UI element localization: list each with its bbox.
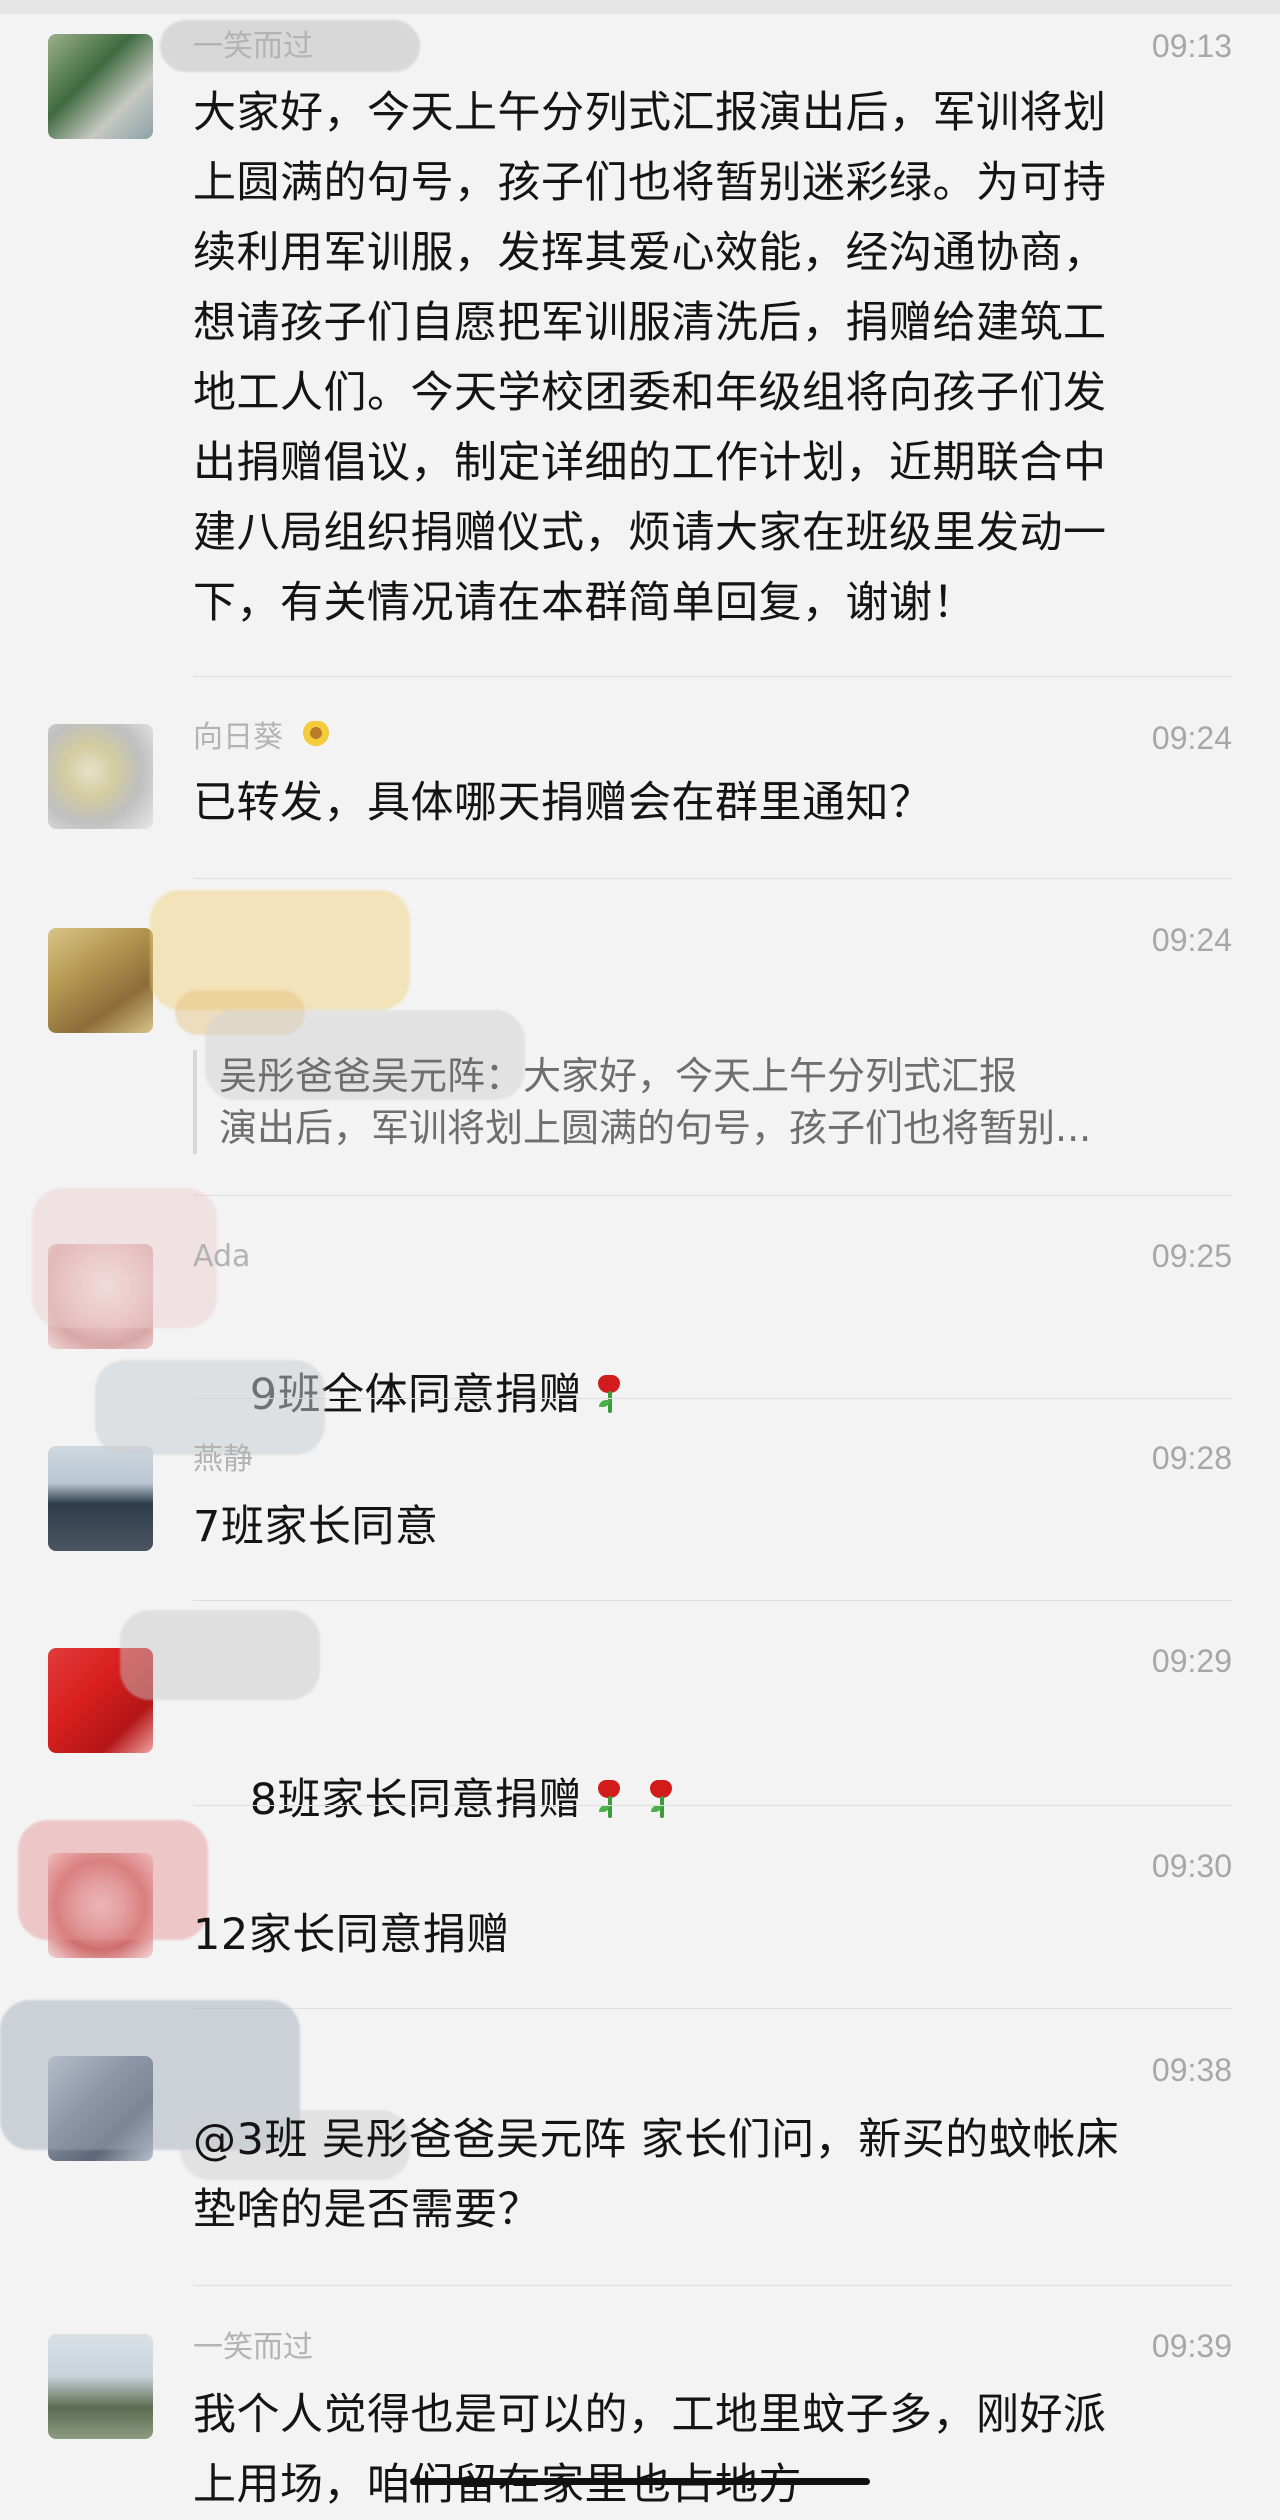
message-text: 8班家长同意捐赠	[193, 1695, 1233, 1905]
divider	[193, 1195, 1232, 1196]
sender-name-text: 向日葵	[193, 720, 283, 755]
avatar[interactable]	[48, 2334, 153, 2439]
sender-name: 燕静	[193, 1442, 253, 1477]
sunflower-emoji-icon	[300, 721, 331, 751]
sender-name: 一笑而过	[193, 29, 313, 64]
sender-name: 一笑而过	[193, 2330, 313, 2365]
message-time: 09:38	[1151, 2052, 1232, 2088]
sender-name: 向日葵	[193, 721, 331, 755]
message-time: 09:39	[1151, 2328, 1232, 2364]
message-text: 9班全体同意捐赠	[193, 1290, 1233, 1500]
message-text: 7班家长同意	[193, 1502, 439, 1552]
message-time: 09:29	[1151, 1643, 1232, 1679]
divider	[193, 2008, 1232, 2009]
message-time: 09:25	[1151, 1238, 1232, 1274]
message-text: 大家好，今天上午分列式汇报演出后，军训将划 上圆满的句号，孩子们也将暂别迷彩绿。…	[193, 88, 1107, 628]
privacy-smudge	[32, 1188, 217, 1328]
divider	[193, 676, 1232, 677]
avatar[interactable]	[48, 34, 153, 139]
sender-name: Ada	[193, 1239, 251, 1274]
divider	[193, 1398, 1232, 1399]
message-text: 我个人觉得也是可以的，工地里蚊子多，刚好派 上用场，咱们留在家里也占地方	[193, 2390, 1107, 2510]
privacy-smudge	[18, 1820, 208, 1940]
divider	[193, 878, 1232, 879]
avatar[interactable]	[48, 724, 153, 829]
divider	[193, 2285, 1232, 2286]
divider	[193, 1805, 1232, 1806]
message-time: 09:30	[1151, 1848, 1232, 1884]
rose-emoji-icon	[594, 1375, 622, 1415]
avatar[interactable]	[48, 1446, 153, 1551]
scribble-mark	[410, 2478, 870, 2485]
avatar[interactable]	[48, 928, 153, 1033]
message-text-body: 8班家长同意捐赠	[249, 1775, 583, 1825]
message-time: 09:24	[1151, 922, 1232, 958]
message-text: @3班 吴彤爸爸吴元阵 家长们问，新买的蚊帐床 垫啥的是否需要？	[193, 2115, 1120, 2235]
privacy-smudge	[120, 1610, 320, 1700]
quoted-message[interactable]: 吴彤爸爸吴元阵：大家好，今天上午分列式汇报 演出后，军训将划上圆满的句号，孩子们…	[193, 1050, 1233, 1154]
divider	[193, 1600, 1232, 1601]
rose-emoji-icon	[646, 1780, 674, 1820]
message-time: 09:24	[1151, 720, 1232, 756]
message-time: 09:13	[1151, 28, 1232, 64]
message-text: 已转发，具体哪天捐赠会在群里通知？	[193, 778, 933, 828]
rose-emoji-icon	[594, 1780, 622, 1820]
message-text: 12家长同意捐赠	[193, 1910, 510, 1960]
message-time: 09:28	[1151, 1440, 1232, 1476]
privacy-smudge	[95, 1360, 325, 1455]
top-bar	[0, 0, 1280, 14]
